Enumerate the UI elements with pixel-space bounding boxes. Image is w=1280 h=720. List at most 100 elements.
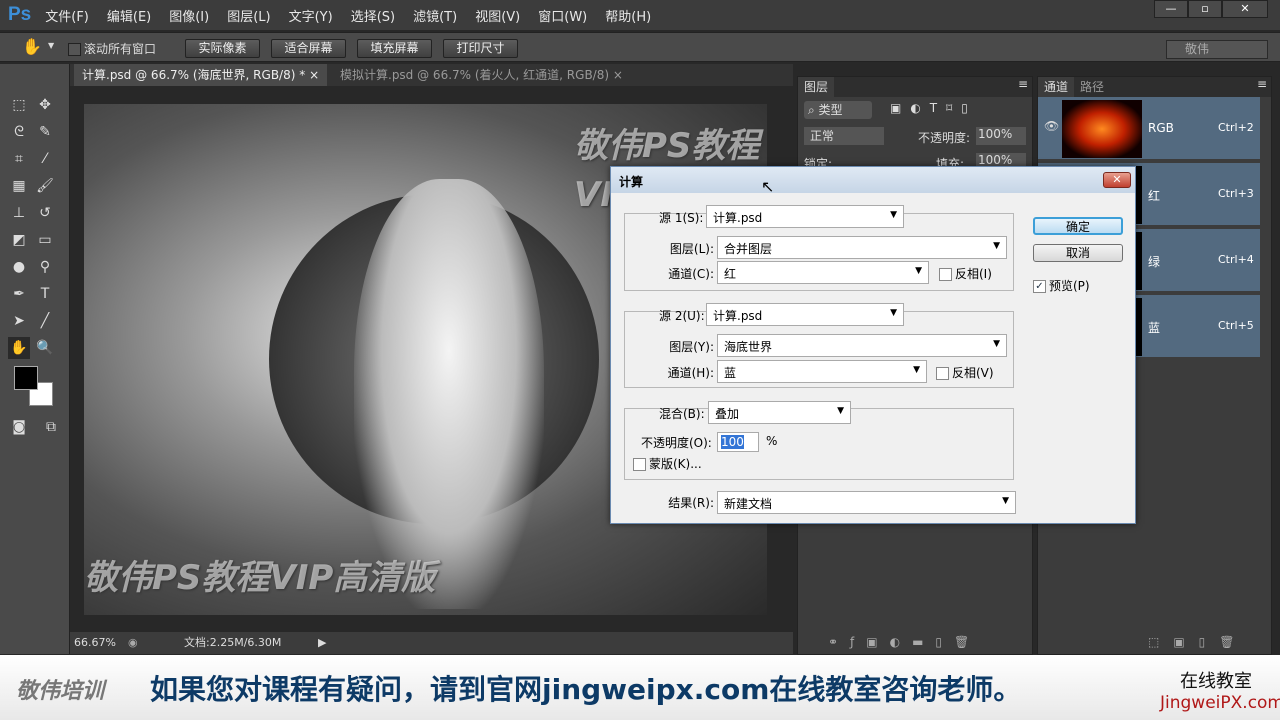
minimize-button[interactable]: — bbox=[1154, 0, 1188, 18]
workspace-select[interactable]: 敬伟 bbox=[1166, 40, 1268, 59]
document-size: 文档:2.25M/6.30M bbox=[184, 636, 282, 649]
footer-url[interactable]: JingweiPX.com bbox=[1160, 693, 1280, 713]
close-tab-icon[interactable]: × bbox=[309, 68, 319, 82]
opacity-input[interactable]: 100 bbox=[717, 432, 759, 452]
line-tool-icon[interactable]: ╱ bbox=[34, 310, 56, 332]
channel-shortcut: Ctrl+2 bbox=[1218, 121, 1254, 134]
source2-invert-checkbox[interactable]: 反相(V) bbox=[936, 364, 994, 381]
source1-channel-label: 通道(C): bbox=[668, 267, 714, 281]
screen-mode-icon[interactable]: ⧉ bbox=[40, 416, 62, 438]
panel-menu-icon[interactable]: ≡ bbox=[1257, 77, 1267, 91]
lasso-tool-icon[interactable]: ᘓ bbox=[8, 121, 30, 143]
foreground-color-swatch[interactable] bbox=[14, 366, 38, 390]
source2-channel-select[interactable]: 蓝 bbox=[717, 360, 927, 383]
status-info-icon[interactable]: ◉ bbox=[128, 632, 138, 654]
result-label: 结果(R): bbox=[668, 496, 714, 510]
blend-mode-select[interactable]: 叠加 bbox=[708, 401, 851, 424]
actual-pixels-button[interactable]: 实际像素 bbox=[185, 39, 260, 58]
tab-channels[interactable]: 通道 bbox=[1038, 77, 1075, 97]
brush-tool-icon[interactable]: 🖌 bbox=[34, 175, 56, 197]
channel-footer-icons[interactable]: ⬚▣▯🗑 bbox=[1148, 635, 1249, 649]
layer-footer-icons[interactable]: ⚭ƒ▣◐▬▯🗑 bbox=[828, 635, 981, 649]
pen-tool-icon[interactable]: ✒ bbox=[8, 283, 30, 305]
tab-simulate-calc-psd[interactable]: 模拟计算.psd @ 66.7% (着火人, 红通道, RGB/8) × bbox=[332, 64, 631, 86]
opacity-field[interactable]: 100% bbox=[976, 127, 1026, 145]
tab-calc-psd[interactable]: 计算.psd @ 66.7% (海底世界, RGB/8) * × bbox=[74, 64, 328, 86]
source1-layer-select[interactable]: 合并图层 bbox=[717, 236, 1007, 259]
eraser-tool-icon[interactable]: ◩ bbox=[8, 229, 30, 251]
menu-help[interactable]: 帮助(H) bbox=[605, 6, 651, 25]
scroll-all-windows-checkbox[interactable]: 滚动所有窗口 bbox=[68, 40, 156, 57]
blur-tool-icon[interactable]: ● bbox=[8, 256, 30, 278]
eyedropper-tool-icon[interactable]: ⁄ bbox=[34, 148, 56, 170]
move-tool-icon[interactable]: ✥ bbox=[34, 94, 56, 116]
ok-button[interactable]: 确定 bbox=[1033, 217, 1123, 235]
source1-invert-checkbox[interactable]: 反相(I) bbox=[939, 265, 992, 282]
tool-preset-chevron-icon[interactable]: ▼ bbox=[48, 41, 54, 50]
status-menu-arrow-icon[interactable]: ▶ bbox=[318, 632, 326, 654]
menu-view[interactable]: 视图(V) bbox=[475, 6, 520, 25]
layer-filter-select[interactable]: ⌕ 类型 bbox=[804, 101, 872, 119]
menu-select[interactable]: 选择(S) bbox=[351, 6, 395, 25]
fill-screen-button[interactable]: 填充屏幕 bbox=[357, 39, 432, 58]
history-brush-icon[interactable]: ↺ bbox=[34, 202, 56, 224]
menu-edit[interactable]: 编辑(E) bbox=[107, 6, 151, 25]
quick-mask-icon[interactable]: ◙ bbox=[8, 416, 30, 438]
footer-right-title: 在线教室 bbox=[1180, 671, 1252, 692]
quick-select-tool-icon[interactable]: ✎ bbox=[34, 121, 56, 143]
visibility-eye-icon[interactable]: 👁 bbox=[1044, 119, 1059, 133]
tools-panel: ⬚ ✥ ᘓ ✎ ⌗ ⁄ ▦ 🖌 ⊥ ↺ ◩ ▭ ● ⚲ ✒ T ➤ ╱ ✋ 🔍 ◙ ⧉ bbox=[0, 64, 70, 654]
gradient-tool-icon[interactable]: ▭ bbox=[34, 229, 56, 251]
document-tabs: 计算.psd @ 66.7% (海底世界, RGB/8) * × 模拟计算.ps… bbox=[70, 64, 793, 86]
blend-mode-select[interactable]: 正常 bbox=[804, 127, 884, 145]
menu-image[interactable]: 图像(I) bbox=[169, 6, 209, 25]
brand-logo: 敬伟培训 bbox=[16, 679, 105, 704]
tab-paths[interactable]: 路径 bbox=[1074, 77, 1110, 97]
marquee-tool-icon[interactable]: ⬚ bbox=[8, 94, 30, 116]
source1-channel-select[interactable]: 红 bbox=[717, 261, 929, 284]
mask-checkbox[interactable]: 蒙版(K)... bbox=[633, 455, 702, 472]
channel-row-rgb[interactable]: 👁 RGB Ctrl+2 bbox=[1038, 97, 1260, 161]
menu-file[interactable]: 文件(F) bbox=[45, 6, 89, 25]
channel-thumbnail bbox=[1062, 100, 1142, 158]
hand-tool-icon[interactable]: ✋ bbox=[22, 37, 42, 56]
menu-filter[interactable]: 滤镜(T) bbox=[413, 6, 457, 25]
opacity-label: 不透明度(O): bbox=[641, 436, 712, 450]
close-tab-icon[interactable]: × bbox=[613, 68, 623, 82]
tab-layers[interactable]: 图层 bbox=[798, 77, 835, 97]
dialog-close-button[interactable]: ✕ bbox=[1103, 172, 1131, 188]
crop-tool-icon[interactable]: ⌗ bbox=[8, 148, 30, 170]
filter-icons[interactable]: ▣◐T⌑▯ bbox=[890, 101, 977, 115]
footer-banner: 敬伟培训 如果您对课程有疑问，请到官网jingweipx.com在线教室咨询老师… bbox=[0, 655, 1280, 720]
menu-layer[interactable]: 图层(L) bbox=[227, 6, 270, 25]
zoom-level[interactable]: 66.67% bbox=[74, 632, 116, 654]
source2-file-select[interactable]: 计算.psd bbox=[706, 303, 904, 326]
preview-checkbox[interactable]: ✓ 预览(P) bbox=[1033, 277, 1090, 294]
path-select-tool-icon[interactable]: ➤ bbox=[8, 310, 30, 332]
result-select[interactable]: 新建文档 bbox=[717, 491, 1016, 514]
opacity-value: 100 bbox=[721, 435, 744, 449]
mouse-cursor-icon: ↖ bbox=[761, 177, 775, 196]
menu-type[interactable]: 文字(Y) bbox=[289, 6, 333, 25]
cancel-button[interactable]: 取消 bbox=[1033, 244, 1123, 262]
print-size-button[interactable]: 打印尺寸 bbox=[443, 39, 518, 58]
panel-menu-icon[interactable]: ≡ bbox=[1018, 77, 1028, 91]
watermark: 敬伟PS教程VIP高清版 bbox=[84, 558, 436, 598]
healing-tool-icon[interactable]: ▦ bbox=[8, 175, 30, 197]
photoshop-logo: Ps bbox=[8, 4, 32, 25]
fit-screen-button[interactable]: 适合屏幕 bbox=[271, 39, 346, 58]
source2-layer-select[interactable]: 海底世界 bbox=[717, 334, 1007, 357]
source2-channel-label: 通道(H): bbox=[667, 366, 714, 380]
type-tool-icon[interactable]: T bbox=[34, 283, 56, 305]
zoom-tool-icon[interactable]: 🔍 bbox=[34, 337, 56, 359]
smoke-figure bbox=[354, 179, 544, 609]
maximize-button[interactable]: ▫ bbox=[1188, 0, 1222, 18]
dodge-tool-icon[interactable]: ⚲ bbox=[34, 256, 56, 278]
dialog-title: 计算 bbox=[611, 167, 1135, 193]
hand-tool-icon[interactable]: ✋ bbox=[8, 337, 30, 359]
close-button[interactable]: ✕ bbox=[1222, 0, 1268, 18]
source1-layer-label: 图层(L): bbox=[669, 242, 714, 256]
stamp-tool-icon[interactable]: ⊥ bbox=[8, 202, 30, 224]
source1-file-select[interactable]: 计算.psd bbox=[706, 205, 904, 228]
menu-window[interactable]: 窗口(W) bbox=[538, 6, 587, 25]
